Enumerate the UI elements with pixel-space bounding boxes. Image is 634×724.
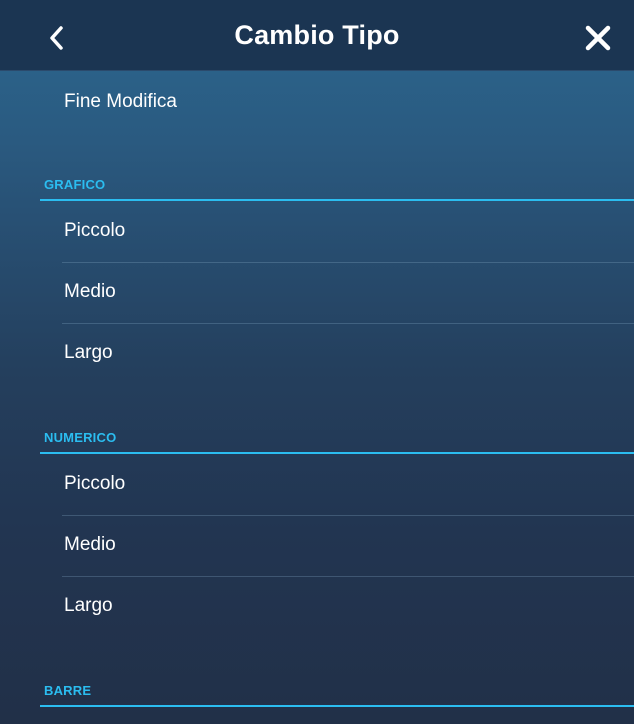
section-header-numerico: NUMERICO [44,430,117,445]
menu-item-label: Medio [64,534,116,555]
menu-item-grafico-medio[interactable]: Medio [0,263,634,324]
close-icon [585,25,611,51]
menu-panel: Fine Modifica GRAFICO Piccolo Medio Larg… [0,71,634,724]
section-divider [40,705,634,707]
close-button[interactable] [580,20,616,56]
page-title: Cambio Tipo [234,20,400,50]
section-header-barre: BARRE [44,683,92,698]
menu-item-label: Largo [64,595,113,616]
menu-item-label: Piccolo [64,473,126,494]
menu-item-label: Piccolo [64,220,126,241]
menu-item-label: Medio [64,281,116,302]
menu-item-label: Largo [64,342,113,363]
menu-item-grafico-largo[interactable]: Largo [0,324,634,385]
section-divider [40,199,634,201]
section-header-grafico: GRAFICO [44,177,106,192]
menu-item-numerico-largo[interactable]: Largo [0,577,634,638]
menu-item-numerico-medio[interactable]: Medio [0,516,634,577]
menu-item-fine-modifica[interactable]: Fine Modifica [0,71,634,132]
menu-item-grafico-piccolo[interactable]: Piccolo [0,202,634,263]
menu-item-label: Fine Modifica [64,91,177,112]
header-bar: Cambio Tipo [0,0,634,71]
section-divider [40,452,634,454]
menu-item-numerico-piccolo[interactable]: Piccolo [0,455,634,516]
